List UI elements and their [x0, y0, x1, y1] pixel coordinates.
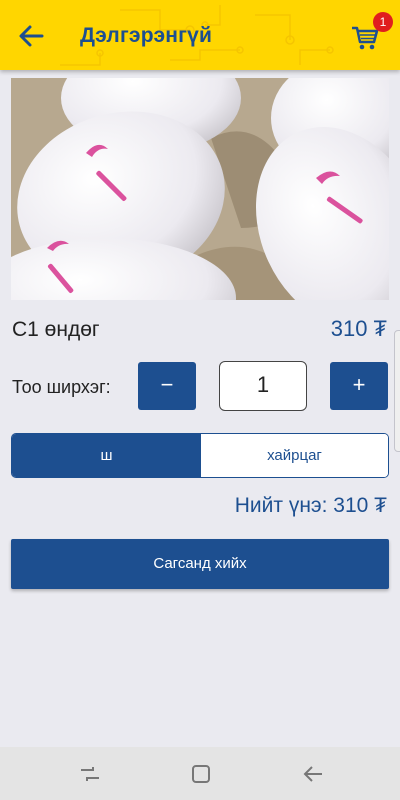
product-image	[11, 78, 389, 300]
quantity-input[interactable]: 1	[219, 361, 307, 411]
home-icon	[192, 765, 210, 783]
page-title: Дэлгэрэнгүй	[80, 24, 213, 47]
quantity-label: Тоо ширхэг:	[12, 377, 111, 397]
system-nav-bar	[0, 747, 400, 800]
unit-option-box[interactable]: хайрцаг	[201, 434, 388, 477]
product-name: С1 өндөг	[12, 318, 100, 341]
increase-quantity-button[interactable]: +	[330, 362, 388, 410]
recent-apps-button[interactable]	[77, 761, 103, 787]
cart-count-badge: 1	[373, 12, 393, 32]
product-price: 310 ₮	[330, 316, 387, 341]
arrow-left-icon	[19, 25, 44, 47]
home-button[interactable]	[188, 761, 214, 787]
eggs-photo	[11, 78, 389, 300]
unit-option-piece[interactable]: ш	[12, 434, 201, 477]
total-price: Нийт үнэ: 310 ₮	[234, 494, 387, 517]
back-button[interactable]	[16, 22, 46, 50]
nav-back-icon	[303, 766, 322, 782]
recent-apps-icon	[81, 767, 99, 781]
app-header: Дэлгэрэнгүй 1	[0, 0, 400, 70]
nav-back-button[interactable]	[300, 761, 326, 787]
side-edge-handle[interactable]	[394, 330, 400, 452]
decrease-quantity-button[interactable]: −	[138, 362, 196, 410]
add-to-cart-button[interactable]: Сагсанд хийх	[11, 539, 389, 589]
unit-toggle: ш хайрцаг	[11, 433, 389, 478]
